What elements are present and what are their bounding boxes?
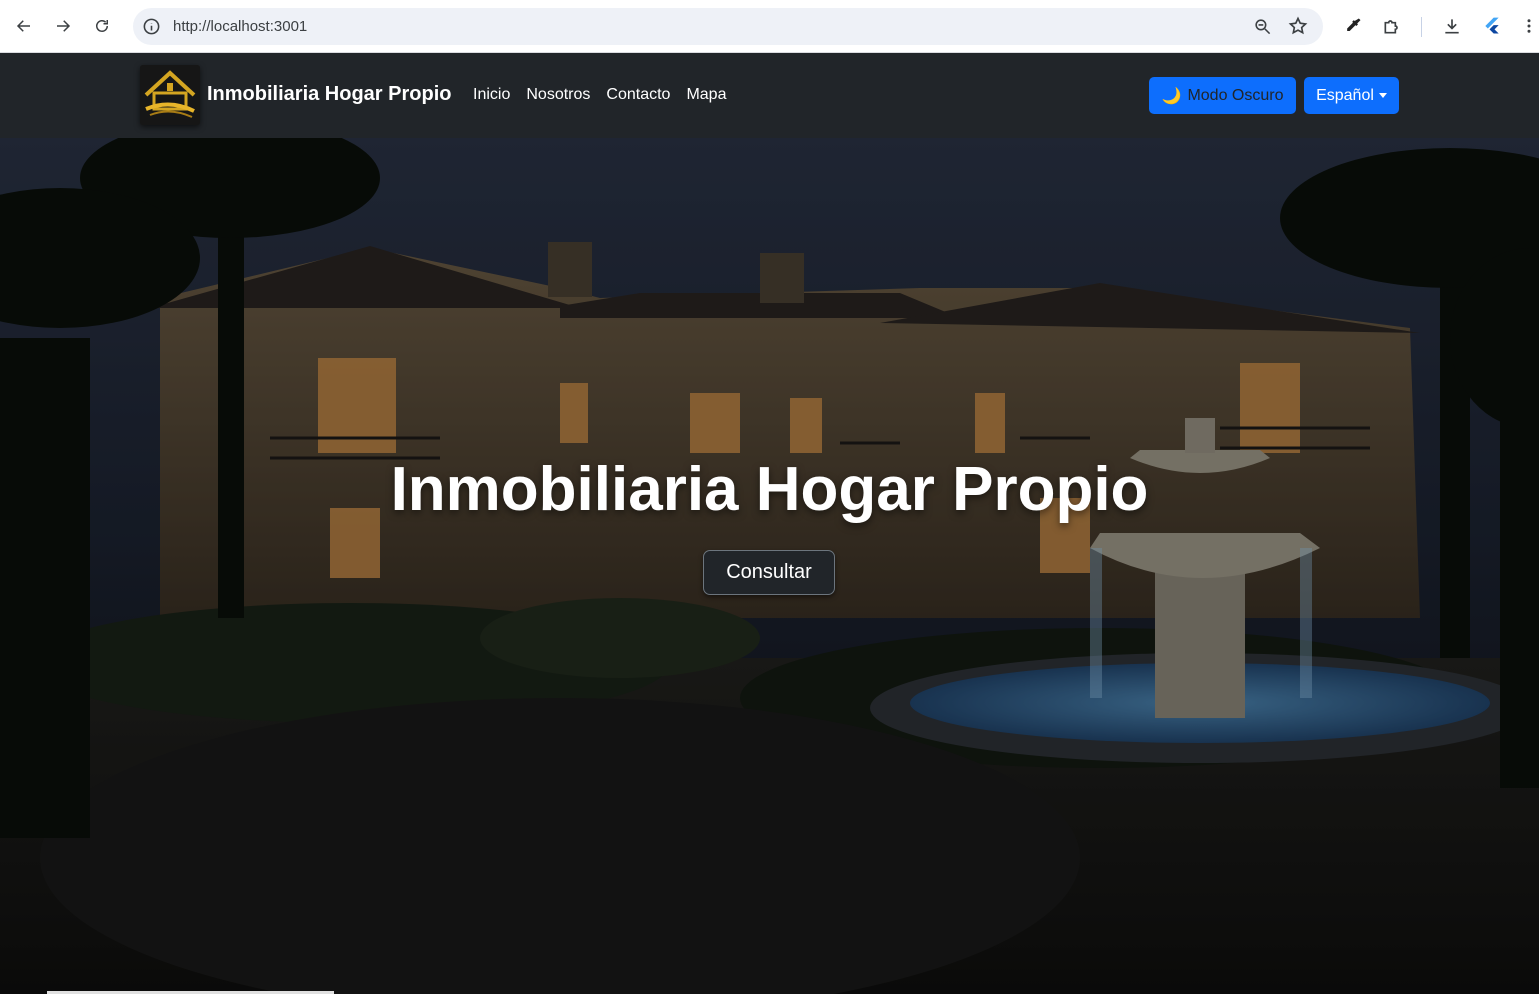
browser-toolbar: http://localhost:3001 [0,0,1539,53]
eyedropper-icon[interactable] [1341,14,1365,38]
site-navbar: Inmobiliaria Hogar Propio Inicio Nosotro… [0,53,1539,138]
nav-link-mapa[interactable]: Mapa [686,86,726,104]
nav-link-inicio[interactable]: Inicio [473,86,510,104]
menu-icon[interactable] [1520,14,1538,38]
hero-section: Inmobiliaria Hogar Propio Consultar [0,138,1539,994]
language-label: Español [1316,86,1374,104]
hero-title: Inmobiliaria Hogar Propio [390,455,1149,524]
chevron-down-icon [1378,93,1387,98]
toolbar-divider [1421,17,1422,37]
forward-icon[interactable] [50,13,76,39]
brand-logo[interactable] [140,65,200,125]
dark-mode-button[interactable]: 🌙 Modo Oscuro [1149,77,1296,114]
moon-icon: 🌙 [1161,87,1182,105]
zoom-icon[interactable] [1253,17,1272,36]
extensions-icon[interactable] [1380,14,1404,38]
address-bar[interactable]: http://localhost:3001 [133,8,1323,45]
language-dropdown[interactable]: Español [1304,77,1399,114]
star-icon[interactable] [1288,16,1308,36]
consultar-button[interactable]: Consultar [703,550,835,595]
nav-link-contacto[interactable]: Contacto [606,86,670,104]
nav-links: Inicio Nosotros Contacto Mapa [473,86,726,104]
nav-link-nosotros[interactable]: Nosotros [526,86,590,104]
url-text[interactable]: http://localhost:3001 [173,18,307,35]
flutter-icon[interactable] [1480,14,1504,38]
reload-icon[interactable] [89,13,115,39]
info-icon[interactable] [142,17,161,36]
download-icon[interactable] [1440,14,1464,38]
back-icon[interactable] [11,13,37,39]
dark-mode-label: Modo Oscuro [1187,86,1284,104]
brand-name[interactable]: Inmobiliaria Hogar Propio [207,83,451,106]
